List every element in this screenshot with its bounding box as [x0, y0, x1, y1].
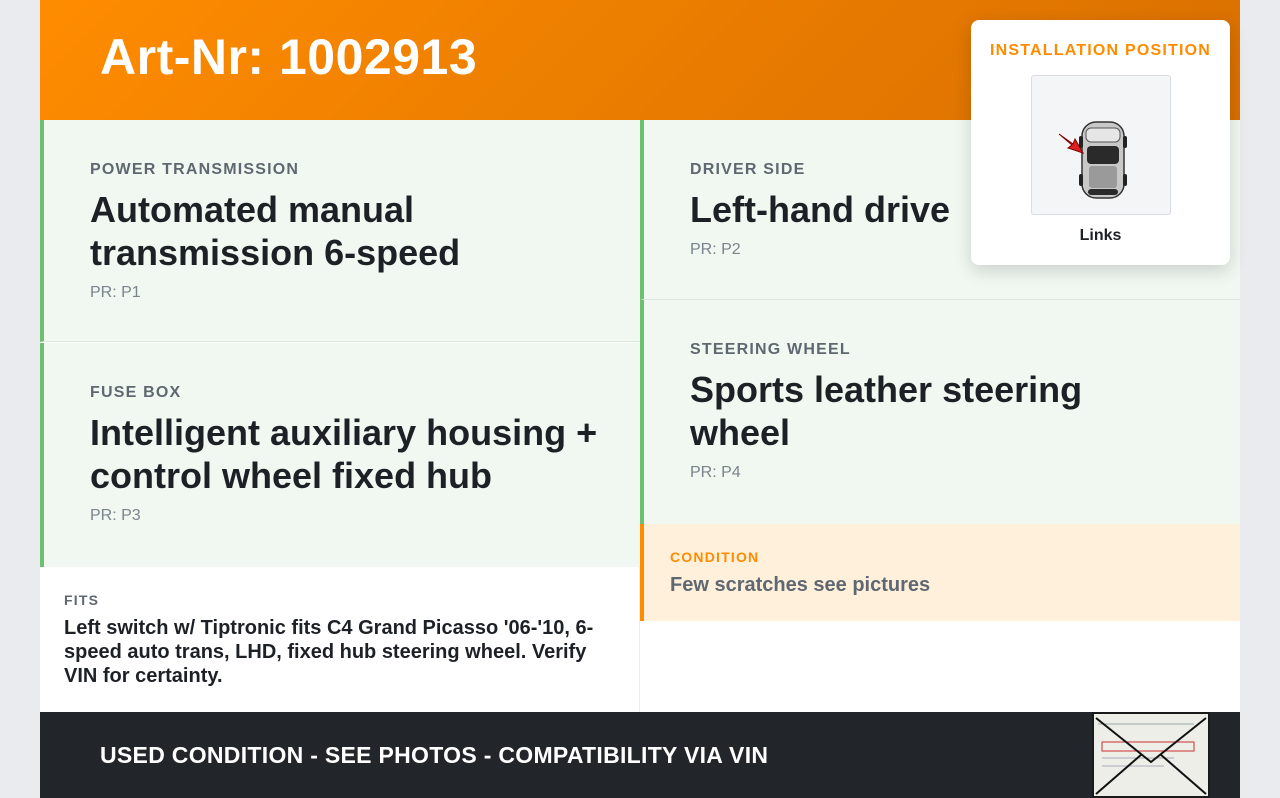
footer-banner: USED CONDITION - SEE PHOTOS - COMPATIBIL…: [40, 712, 1240, 798]
envelope-icon: [1094, 714, 1208, 796]
fits-label: FITS: [64, 592, 100, 608]
detail-pr-code: PR: P4: [690, 464, 741, 481]
product-sheet: Art-Nr: 1002913 POWER TRANSMISSION Autom…: [40, 0, 1240, 798]
detail-label: DRIVER SIDE: [690, 161, 806, 178]
installation-image[interactable]: [1031, 75, 1171, 215]
detail-value: Intelligent auxiliary housing + control …: [90, 412, 598, 496]
detail-steering-wheel: STEERING WHEEL Sports leather steering w…: [640, 300, 1240, 524]
detail-label: STEERING WHEEL: [690, 341, 851, 358]
condition-section: CONDITION Few scratches see pictures: [640, 524, 1240, 621]
fits-section: FITS Left switch w/ Tiptronic fits C4 Gr…: [40, 567, 640, 712]
detail-fuse-box: FUSE BOX Intelligent auxiliary housing +…: [40, 343, 640, 567]
vin-document-thumbnail[interactable]: [1092, 712, 1210, 798]
detail-value: Automated manual transmission 6-speed: [90, 189, 461, 273]
detail-label: POWER TRANSMISSION: [90, 161, 300, 178]
car-top-view-icon: [1079, 121, 1127, 199]
installation-caption: Links: [1079, 227, 1122, 244]
installation-position-card: INSTALLATION POSITION Links: [971, 20, 1230, 265]
installation-title: INSTALLATION POSITION: [989, 42, 1212, 59]
article-number: Art-Nr: 1002913: [100, 29, 478, 85]
detail-value: Sports leather steering wheel: [690, 369, 1083, 453]
red-arrow-icon: [1058, 133, 1085, 154]
condition-text: Few scratches see pictures: [670, 574, 931, 596]
detail-pr-code: PR: P1: [90, 284, 141, 301]
fits-text: Left switch w/ Tiptronic fits C4 Grand P…: [64, 617, 594, 687]
detail-label: FUSE BOX: [90, 384, 182, 401]
detail-power-transmission: POWER TRANSMISSION Automated manual tran…: [40, 120, 640, 342]
detail-value: Left-hand drive: [690, 189, 951, 230]
detail-pr-code: PR: P3: [90, 507, 141, 524]
detail-pr-code: PR: P2: [690, 241, 741, 258]
condition-label: CONDITION: [670, 549, 760, 565]
footer-text: USED CONDITION - SEE PHOTOS - COMPATIBIL…: [100, 742, 769, 768]
